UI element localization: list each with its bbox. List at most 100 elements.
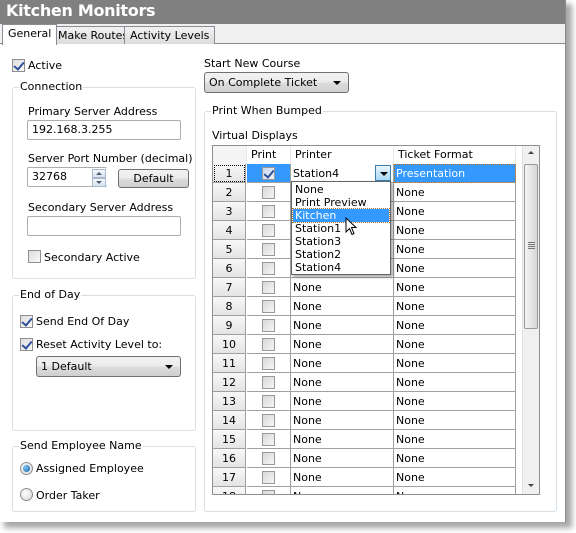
ticket-format-cell[interactable]: None	[394, 335, 516, 354]
printer-cell[interactable]: None	[291, 354, 394, 373]
ticket-format-cell[interactable]: None	[394, 354, 516, 373]
print-checkbox[interactable]	[262, 490, 275, 494]
row-number[interactable]: 14	[213, 411, 246, 430]
print-checkbox[interactable]	[262, 414, 275, 427]
printer-cell[interactable]: None	[291, 392, 394, 411]
column-header-ticket-format[interactable]: Ticket Format	[394, 146, 516, 164]
row-number[interactable]: 17	[213, 468, 246, 487]
table-row[interactable]: 12 None None	[213, 373, 523, 392]
row-number[interactable]: 1	[213, 164, 246, 183]
secondary-active-checkbox[interactable]	[28, 250, 41, 263]
print-cell[interactable]	[247, 202, 291, 221]
print-checkbox[interactable]	[262, 224, 275, 237]
print-cell[interactable]	[247, 316, 291, 335]
table-row[interactable]: 17 None None	[213, 468, 523, 487]
ticket-format-cell[interactable]: None	[394, 468, 516, 487]
column-header-print[interactable]: Print	[247, 146, 291, 164]
printer-option[interactable]: Print Preview	[293, 196, 389, 209]
ticket-format-cell[interactable]: None	[394, 392, 516, 411]
print-cell[interactable]	[247, 278, 291, 297]
print-checkbox[interactable]	[262, 471, 275, 484]
print-checkbox[interactable]	[262, 395, 275, 408]
send-eod-checkbox[interactable]	[20, 315, 33, 328]
print-cell[interactable]	[247, 221, 291, 240]
print-checkbox[interactable]	[262, 452, 275, 465]
print-checkbox[interactable]	[262, 243, 275, 256]
ticket-format-cell[interactable]: None	[394, 449, 516, 468]
scroll-down-icon[interactable]	[528, 484, 534, 487]
printer-option[interactable]: Station1	[293, 222, 389, 235]
row-number[interactable]: 13	[213, 392, 246, 411]
ticket-format-cell[interactable]: None	[394, 373, 516, 392]
printer-cell[interactable]: None	[291, 278, 394, 297]
ticket-format-cell[interactable]: None	[394, 430, 516, 449]
order-taker-radio[interactable]	[20, 488, 33, 501]
ticket-format-cell[interactable]: None	[394, 259, 516, 278]
port-spin-down[interactable]	[92, 178, 106, 187]
printer-cell[interactable]: None	[291, 487, 394, 494]
print-checkbox[interactable]	[262, 281, 275, 294]
print-checkbox[interactable]	[262, 376, 275, 389]
start-new-course-select[interactable]: On Complete Ticket	[204, 72, 349, 93]
printer-cell[interactable]: None	[291, 411, 394, 430]
print-cell[interactable]	[247, 259, 291, 278]
print-cell[interactable]	[247, 240, 291, 259]
row-number[interactable]: 2	[213, 183, 246, 202]
print-cell[interactable]	[247, 354, 291, 373]
printer-cell[interactable]: None	[291, 430, 394, 449]
printer-option[interactable]: None	[293, 183, 389, 196]
activity-level-select[interactable]: 1 Default	[36, 356, 181, 377]
row-number[interactable]: 12	[213, 373, 246, 392]
table-row[interactable]: 16 None None	[213, 449, 523, 468]
printer-cell[interactable]: None	[291, 316, 394, 335]
print-cell[interactable]	[247, 392, 291, 411]
print-cell[interactable]	[247, 297, 291, 316]
printer-option[interactable]: Station4	[293, 261, 389, 274]
default-button[interactable]: Default	[118, 169, 189, 188]
ticket-format-cell[interactable]: None	[394, 221, 516, 240]
row-number[interactable]: 3	[213, 202, 246, 221]
printer-cell[interactable]: None	[291, 335, 394, 354]
print-cell[interactable]	[247, 487, 291, 494]
print-checkbox[interactable]	[262, 205, 275, 218]
print-checkbox[interactable]	[262, 357, 275, 370]
ticket-format-cell[interactable]: None	[394, 487, 516, 494]
print-cell[interactable]	[247, 449, 291, 468]
printer-cell[interactable]: None	[291, 373, 394, 392]
print-cell[interactable]	[247, 183, 291, 202]
tab-activity-levels[interactable]: Activity Levels	[124, 26, 216, 44]
row-number[interactable]: 18	[213, 487, 246, 494]
scrollbar-thumb[interactable]	[524, 164, 538, 329]
table-row[interactable]: 8 None None	[213, 297, 523, 316]
print-checkbox[interactable]	[262, 262, 275, 275]
row-number[interactable]: 10	[213, 335, 246, 354]
ticket-format-cell[interactable]: None	[394, 240, 516, 259]
print-cell[interactable]	[247, 335, 291, 354]
table-row[interactable]: 9 None None	[213, 316, 523, 335]
active-checkbox[interactable]	[12, 59, 25, 72]
row-number[interactable]: 4	[213, 221, 246, 240]
reset-level-checkbox[interactable]	[20, 338, 33, 351]
ticket-format-cell[interactable]: Presentation	[394, 164, 516, 183]
print-checkbox[interactable]	[262, 186, 275, 199]
ticket-format-cell[interactable]: None	[394, 202, 516, 221]
ticket-format-cell[interactable]: None	[394, 316, 516, 335]
column-header-printer[interactable]: Printer	[291, 146, 394, 164]
printer-option[interactable]: Kitchen	[292, 208, 390, 223]
row-number[interactable]: 7	[213, 278, 246, 297]
print-cell[interactable]	[247, 164, 291, 183]
row-number[interactable]: 16	[213, 449, 246, 468]
print-cell[interactable]	[247, 430, 291, 449]
printer-dropdown-button[interactable]	[375, 165, 391, 181]
secondary-server-input[interactable]	[27, 216, 181, 236]
ticket-format-cell[interactable]: None	[394, 411, 516, 430]
table-row[interactable]: 15 None None	[213, 430, 523, 449]
print-checkbox[interactable]	[262, 338, 275, 351]
tab-make-routes[interactable]: Make Routes	[52, 26, 135, 44]
primary-server-input[interactable]: 192.168.3.255	[27, 120, 181, 140]
row-number[interactable]: 9	[213, 316, 246, 335]
printer-option[interactable]: Station3	[293, 235, 389, 248]
table-row[interactable]: 10 None None	[213, 335, 523, 354]
table-row[interactable]: 7 None None	[213, 278, 523, 297]
row-number[interactable]: 5	[213, 240, 246, 259]
